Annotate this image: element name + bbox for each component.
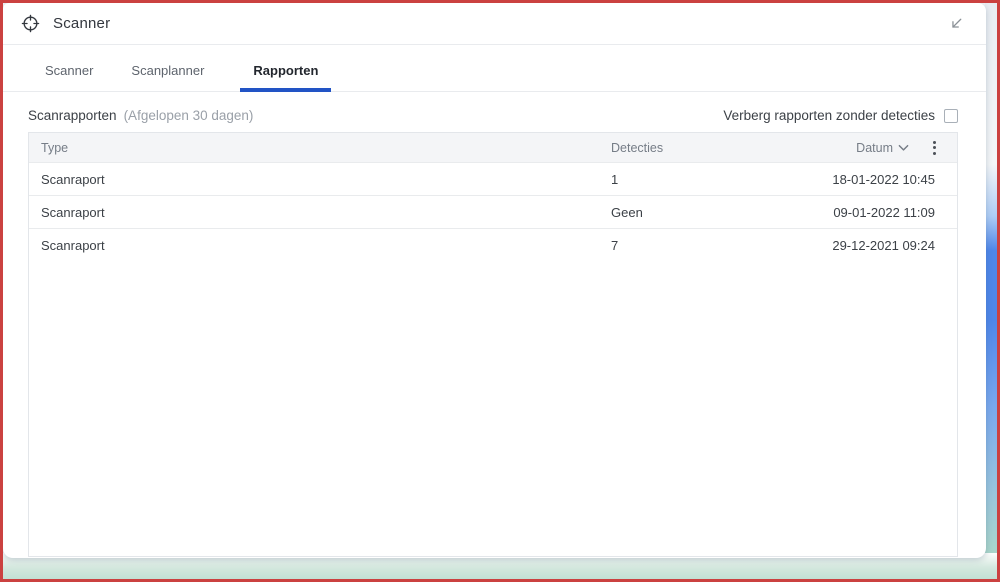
tab-scanner[interactable]: Scanner xyxy=(43,59,95,91)
chevron-down-icon xyxy=(898,144,909,152)
kebab-menu-icon[interactable] xyxy=(925,137,944,159)
report-type: Scanraport xyxy=(41,171,105,187)
report-date: 09-01-2022 11:09 xyxy=(833,204,935,220)
report-date: 18-01-2022 10:45 xyxy=(832,171,935,187)
report-detections: 7 xyxy=(611,237,619,253)
column-header-datum[interactable]: Datum xyxy=(739,141,911,155)
report-detections: 1 xyxy=(611,171,619,187)
hide-reports-checkbox[interactable] xyxy=(944,108,958,123)
table-header-row: Type Detecties Datum xyxy=(29,133,957,162)
window-header: Scanner xyxy=(3,3,986,45)
tab-scanplanner[interactable]: Scanplanner xyxy=(129,59,206,91)
report-row[interactable]: Scanraport Geen 09-01-2022 11:09 xyxy=(29,195,957,228)
collapse-window-button[interactable] xyxy=(944,12,968,36)
section-title: Scanrapporten xyxy=(28,108,117,123)
column-header-type[interactable]: Type xyxy=(29,141,611,155)
reports-table: Type Detecties Datum Scanraport 1 18-01-… xyxy=(28,132,958,557)
report-detections: Geen xyxy=(611,204,643,220)
scan-target-icon xyxy=(21,14,40,33)
report-row[interactable]: Scanraport 7 29-12-2021 09:24 xyxy=(29,228,957,261)
section-subtitle: (Afgelopen 30 dagen) xyxy=(123,108,254,123)
report-type: Scanraport xyxy=(41,204,105,220)
report-type: Scanraport xyxy=(41,237,105,253)
window-title: Scanner xyxy=(53,15,111,32)
column-header-detecties[interactable]: Detecties xyxy=(611,141,739,155)
tab-rapporten[interactable]: Rapporten xyxy=(240,59,332,92)
report-row[interactable]: Scanraport 1 18-01-2022 10:45 xyxy=(29,162,957,195)
report-date: 29-12-2021 09:24 xyxy=(832,237,935,253)
filter-label: Verberg rapporten zonder detecties xyxy=(723,108,935,123)
section-header: Scanrapporten (Afgelopen 30 dagen) Verbe… xyxy=(3,92,986,132)
desktop-background-right xyxy=(985,3,997,579)
hide-reports-filter[interactable]: Verberg rapporten zonder detecties xyxy=(723,108,958,123)
tab-bar: Scanner Scanplanner Rapporten xyxy=(3,45,986,92)
scanner-window: Scanner Scanner Scanplanner Rapporten Sc… xyxy=(3,3,986,558)
arrow-down-left-icon xyxy=(948,15,965,32)
